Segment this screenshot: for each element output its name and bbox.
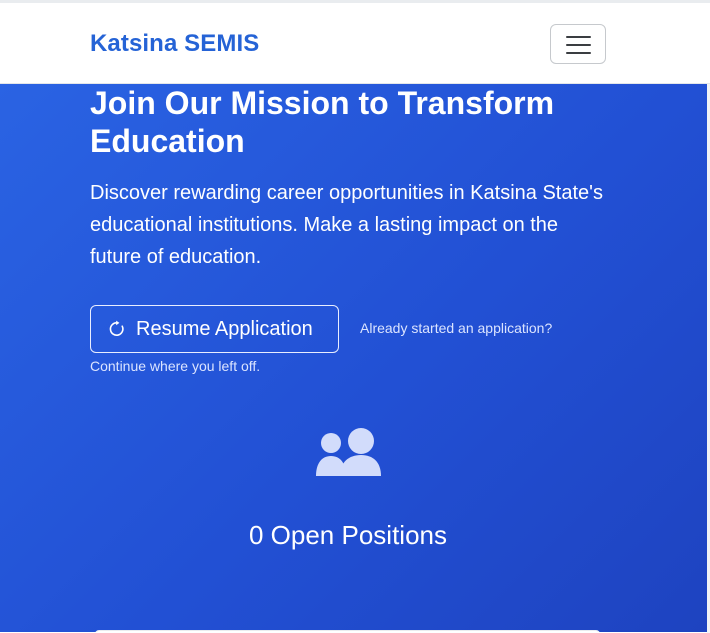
- page: Katsina SEMIS Join Our Mission to Transf…: [0, 0, 710, 633]
- continue-text: Continue where you left off.: [90, 358, 261, 374]
- brand-logo-link[interactable]: Katsina SEMIS: [90, 30, 259, 58]
- hero-title: Join Our Mission to Transform Education: [90, 85, 555, 159]
- navbar-toggler-button[interactable]: [550, 24, 606, 64]
- job-card-top-edge: [95, 630, 600, 632]
- users-icon: [315, 427, 381, 477]
- refresh-icon: [108, 320, 126, 338]
- already-started-text: Already started an application?: [360, 320, 553, 336]
- hero-section: Join Our Mission to Transform Education …: [0, 84, 707, 632]
- navbar: Katsina SEMIS: [0, 3, 710, 84]
- resume-application-button[interactable]: Resume Application: [90, 305, 339, 353]
- resume-application-label: Resume Application: [136, 317, 313, 340]
- open-positions-count: 0 Open Positions: [248, 520, 447, 550]
- hero-subtitle: Discover rewarding career opportunities …: [90, 182, 603, 268]
